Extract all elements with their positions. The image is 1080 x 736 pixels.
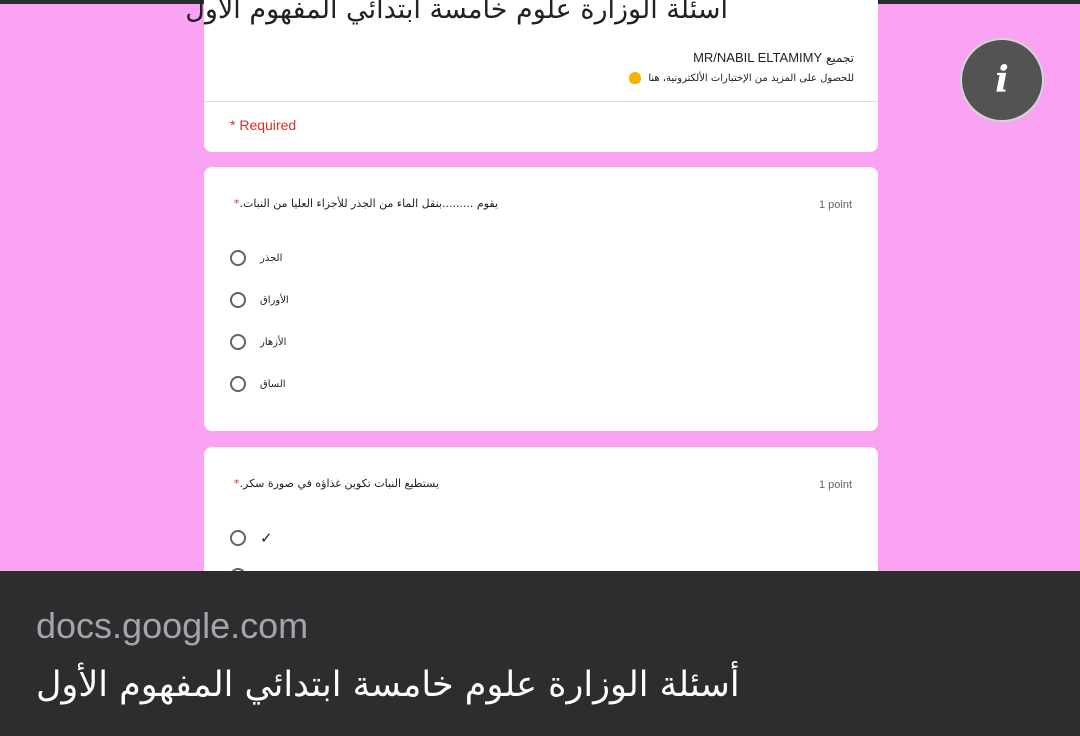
pointing-hand-icon bbox=[629, 72, 642, 84]
option-label: الأوراق bbox=[260, 294, 289, 306]
header-divider bbox=[204, 101, 878, 102]
info-icon: i bbox=[995, 59, 1009, 101]
option-label: الجذر bbox=[260, 252, 283, 264]
option-label: الساق bbox=[260, 378, 286, 390]
preview-title: أسئلة الوزارة علوم خامسة ابتدائي المفهوم… bbox=[36, 665, 740, 705]
form-title: أسئلة الوزارة علوم خامسة ابتدائي المفهوم… bbox=[185, 0, 728, 25]
radio-button[interactable] bbox=[230, 376, 246, 392]
question-2-option-1[interactable]: ✓ bbox=[230, 527, 273, 549]
question-1-text: يقوم .........بنقل الماء من الجذر للأجزا… bbox=[234, 197, 499, 210]
link-preview-bar[interactable]: docs.google.com أسئلة الوزارة علوم خامسة… bbox=[0, 571, 1080, 736]
option-label: الأزهار bbox=[260, 336, 287, 348]
radio-button[interactable] bbox=[230, 334, 246, 350]
question-1-option-3[interactable]: الأزهار bbox=[230, 331, 286, 353]
preview-domain: docs.google.com bbox=[36, 605, 309, 646]
question-2-text: يستطيع النبات تكوين غذاؤه في صورة سكر.* bbox=[234, 477, 439, 490]
radio-button[interactable] bbox=[230, 250, 246, 266]
info-button[interactable]: i bbox=[960, 38, 1044, 122]
collector-name: MR/NABIL ELTAMIMY bbox=[693, 50, 823, 65]
form-header-card: أسئلة الوزارة علوم خامسة ابتدائي المفهوم… bbox=[185, 0, 878, 152]
question-1-option-2[interactable]: الأوراق bbox=[230, 289, 289, 311]
more-tests-link[interactable]: للحصول على المزيد من الإختبارات الألكترو… bbox=[629, 72, 854, 84]
radio-button[interactable] bbox=[230, 292, 246, 308]
question-card-1: يقوم .........بنقل الماء من الجذر للأجزا… bbox=[204, 167, 878, 431]
form-collector: تجميع MR/NABIL ELTAMIMY bbox=[693, 50, 854, 65]
question-1-option-1[interactable]: الجذر bbox=[230, 247, 282, 269]
radio-button[interactable] bbox=[230, 530, 246, 546]
question-1-option-4[interactable]: الساق bbox=[230, 373, 286, 395]
question-2-points: 1 point bbox=[818, 479, 852, 491]
option-label: ✓ bbox=[260, 529, 273, 547]
question-1-points: 1 point bbox=[818, 199, 852, 211]
collector-prefix: تجميع bbox=[825, 51, 854, 65]
more-tests-text: للحصول على المزيد من الإختبارات الألكترو… bbox=[648, 73, 854, 84]
required-note: * Required bbox=[230, 117, 297, 133]
